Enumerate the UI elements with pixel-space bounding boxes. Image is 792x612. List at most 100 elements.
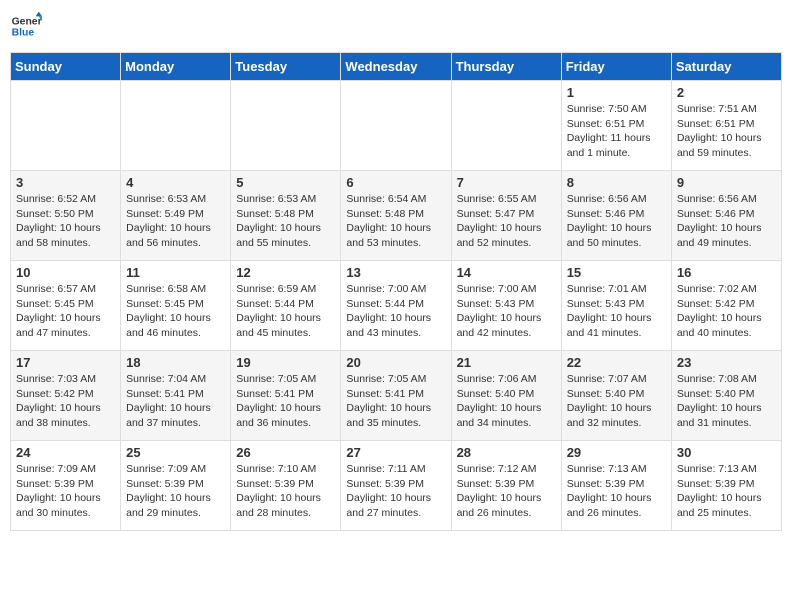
day-info: Sunrise: 7:00 AM Sunset: 5:43 PM Dayligh… — [457, 282, 556, 341]
calendar-cell: 19Sunrise: 7:05 AM Sunset: 5:41 PM Dayli… — [231, 351, 341, 441]
day-number: 14 — [457, 265, 556, 280]
header-row: SundayMondayTuesdayWednesdayThursdayFrid… — [11, 53, 782, 81]
day-info: Sunrise: 6:59 AM Sunset: 5:44 PM Dayligh… — [236, 282, 335, 341]
calendar-cell: 2 Sunrise: 7:51 AM Sunset: 6:51 PM Daylig… — [671, 81, 781, 171]
day-info: Sunrise: 7:09 AM Sunset: 5:39 PM Dayligh… — [16, 462, 115, 521]
day-number: 7 — [457, 175, 556, 190]
day-info: Sunrise: 7:06 AM Sunset: 5:40 PM Dayligh… — [457, 372, 556, 431]
day-number: 4 — [126, 175, 225, 190]
calendar-cell: 17 Sunrise: 7:03 AM Sunset: 5:42 PM Dayli… — [11, 351, 121, 441]
day-info: Sunrise: 7:13 AM Sunset: 5:39 PM Dayligh… — [567, 462, 666, 521]
day-info: Sunrise: 7:01 AM Sunset: 5:43 PM Dayligh… — [567, 282, 666, 341]
day-info: Sunrise: 7:00 AM Sunset: 5:44 PM Dayligh… — [346, 282, 445, 341]
day-info: Sunrise: 7:05 AM Sunset: 5:41 PM Dayligh… — [346, 372, 445, 431]
calendar-cell: 11Sunrise: 6:58 AM Sunset: 5:45 PM Dayli… — [121, 261, 231, 351]
day-number: 6 — [346, 175, 445, 190]
calendar-cell — [451, 81, 561, 171]
calendar-cell: 16 Sunrise: 7:02 AM Sunset: 5:42 PM Dayli… — [671, 261, 781, 351]
calendar-cell: 10Sunrise: 6:57 AM Sunset: 5:45 PM Dayli… — [11, 261, 121, 351]
day-number: 21 — [457, 355, 556, 370]
day-info: Sunrise: 7:04 AM Sunset: 5:41 PM Dayligh… — [126, 372, 225, 431]
day-number: 25 — [126, 445, 225, 460]
day-number: 17 — [16, 355, 115, 370]
day-number: 27 — [346, 445, 445, 460]
day-number: 11 — [126, 265, 225, 280]
calendar-cell: 30 Sunrise: 7:13 AM Sunset: 5:39 PM Dayli… — [671, 441, 781, 531]
day-number: 24 — [16, 445, 115, 460]
day-info: Sunrise: 6:56 AM Sunset: 5:46 PM Dayligh… — [567, 192, 666, 251]
day-info: Sunrise: 7:03 AM Sunset: 5:42 PM Dayligh… — [16, 372, 115, 431]
day-info: Sunrise: 7:08 AM Sunset: 5:40 PM Dayligh… — [677, 372, 776, 431]
header-day: Wednesday — [341, 53, 451, 81]
day-number: 16 — [677, 265, 776, 280]
day-number: 22 — [567, 355, 666, 370]
day-number: 19 — [236, 355, 335, 370]
header-day: Friday — [561, 53, 671, 81]
calendar-cell: 24 Sunrise: 7:09 AM Sunset: 5:39 PM Dayli… — [11, 441, 121, 531]
calendar-cell: 29 Sunrise: 7:13 AM Sunset: 5:39 PM Dayli… — [561, 441, 671, 531]
day-info: Sunrise: 7:09 AM Sunset: 5:39 PM Dayligh… — [126, 462, 225, 521]
calendar-cell: 9Sunrise: 6:56 AM Sunset: 5:46 PM Daylig… — [671, 171, 781, 261]
calendar-cell — [231, 81, 341, 171]
day-number: 13 — [346, 265, 445, 280]
day-info: Sunrise: 7:02 AM Sunset: 5:42 PM Dayligh… — [677, 282, 776, 341]
calendar-cell: 1Sunrise: 7:50 AM Sunset: 6:51 PM Daylig… — [561, 81, 671, 171]
calendar-cell: 15 Sunrise: 7:01 AM Sunset: 5:43 PM Dayli… — [561, 261, 671, 351]
calendar-cell: 3Sunrise: 6:52 AM Sunset: 5:50 PM Daylig… — [11, 171, 121, 261]
day-info: Sunrise: 7:13 AM Sunset: 5:39 PM Dayligh… — [677, 462, 776, 521]
day-number: 18 — [126, 355, 225, 370]
day-number: 23 — [677, 355, 776, 370]
calendar-cell: 27 Sunrise: 7:11 AM Sunset: 5:39 PM Dayli… — [341, 441, 451, 531]
calendar-cell: 25 Sunrise: 7:09 AM Sunset: 5:39 PM Dayli… — [121, 441, 231, 531]
calendar-cell — [121, 81, 231, 171]
calendar-cell: 14 Sunrise: 7:00 AM Sunset: 5:43 PM Dayli… — [451, 261, 561, 351]
calendar-cell: 12 Sunrise: 6:59 AM Sunset: 5:44 PM Dayli… — [231, 261, 341, 351]
calendar-cell: 28Sunrise: 7:12 AM Sunset: 5:39 PM Dayli… — [451, 441, 561, 531]
header-day: Sunday — [11, 53, 121, 81]
logo: General Blue — [10, 10, 42, 42]
day-info: Sunrise: 6:53 AM Sunset: 5:48 PM Dayligh… — [236, 192, 335, 251]
day-info: Sunrise: 7:10 AM Sunset: 5:39 PM Dayligh… — [236, 462, 335, 521]
day-info: Sunrise: 6:55 AM Sunset: 5:47 PM Dayligh… — [457, 192, 556, 251]
day-number: 12 — [236, 265, 335, 280]
day-info: Sunrise: 6:52 AM Sunset: 5:50 PM Dayligh… — [16, 192, 115, 251]
svg-text:Blue: Blue — [12, 28, 35, 39]
header-day: Monday — [121, 53, 231, 81]
calendar-cell: 22 Sunrise: 7:07 AM Sunset: 5:40 PM Dayli… — [561, 351, 671, 441]
day-number: 20 — [346, 355, 445, 370]
day-number: 8 — [567, 175, 666, 190]
svg-text:General: General — [12, 16, 42, 27]
calendar-week: 3Sunrise: 6:52 AM Sunset: 5:50 PM Daylig… — [11, 171, 782, 261]
day-number: 15 — [567, 265, 666, 280]
day-number: 28 — [457, 445, 556, 460]
calendar-week: 17 Sunrise: 7:03 AM Sunset: 5:42 PM Dayli… — [11, 351, 782, 441]
day-info: Sunrise: 7:07 AM Sunset: 5:40 PM Dayligh… — [567, 372, 666, 431]
calendar-cell: 4Sunrise: 6:53 AM Sunset: 5:49 PM Daylig… — [121, 171, 231, 261]
header: General Blue — [10, 10, 782, 42]
calendar-cell: 21 Sunrise: 7:06 AM Sunset: 5:40 PM Dayli… — [451, 351, 561, 441]
calendar-week: 1Sunrise: 7:50 AM Sunset: 6:51 PM Daylig… — [11, 81, 782, 171]
day-number: 26 — [236, 445, 335, 460]
header-day: Tuesday — [231, 53, 341, 81]
header-day: Thursday — [451, 53, 561, 81]
calendar-week: 24 Sunrise: 7:09 AM Sunset: 5:39 PM Dayli… — [11, 441, 782, 531]
calendar-cell: 26 Sunrise: 7:10 AM Sunset: 5:39 PM Dayli… — [231, 441, 341, 531]
calendar-cell — [341, 81, 451, 171]
calendar-cell: 7 Sunrise: 6:55 AM Sunset: 5:47 PM Daylig… — [451, 171, 561, 261]
day-info: Sunrise: 7:11 AM Sunset: 5:39 PM Dayligh… — [346, 462, 445, 521]
calendar-cell: 6Sunrise: 6:54 AM Sunset: 5:48 PM Daylig… — [341, 171, 451, 261]
day-number: 29 — [567, 445, 666, 460]
logo-icon: General Blue — [10, 10, 42, 42]
day-number: 1 — [567, 85, 666, 100]
calendar-cell: 8 Sunrise: 6:56 AM Sunset: 5:46 PM Daylig… — [561, 171, 671, 261]
calendar-cell — [11, 81, 121, 171]
header-day: Saturday — [671, 53, 781, 81]
day-number: 30 — [677, 445, 776, 460]
day-number: 5 — [236, 175, 335, 190]
day-info: Sunrise: 7:51 AM Sunset: 6:51 PM Dayligh… — [677, 102, 776, 161]
calendar-cell: 18 Sunrise: 7:04 AM Sunset: 5:41 PM Dayli… — [121, 351, 231, 441]
day-number: 2 — [677, 85, 776, 100]
day-info: Sunrise: 6:56 AM Sunset: 5:46 PM Dayligh… — [677, 192, 776, 251]
calendar-cell: 5 Sunrise: 6:53 AM Sunset: 5:48 PM Daylig… — [231, 171, 341, 261]
calendar-week: 10Sunrise: 6:57 AM Sunset: 5:45 PM Dayli… — [11, 261, 782, 351]
